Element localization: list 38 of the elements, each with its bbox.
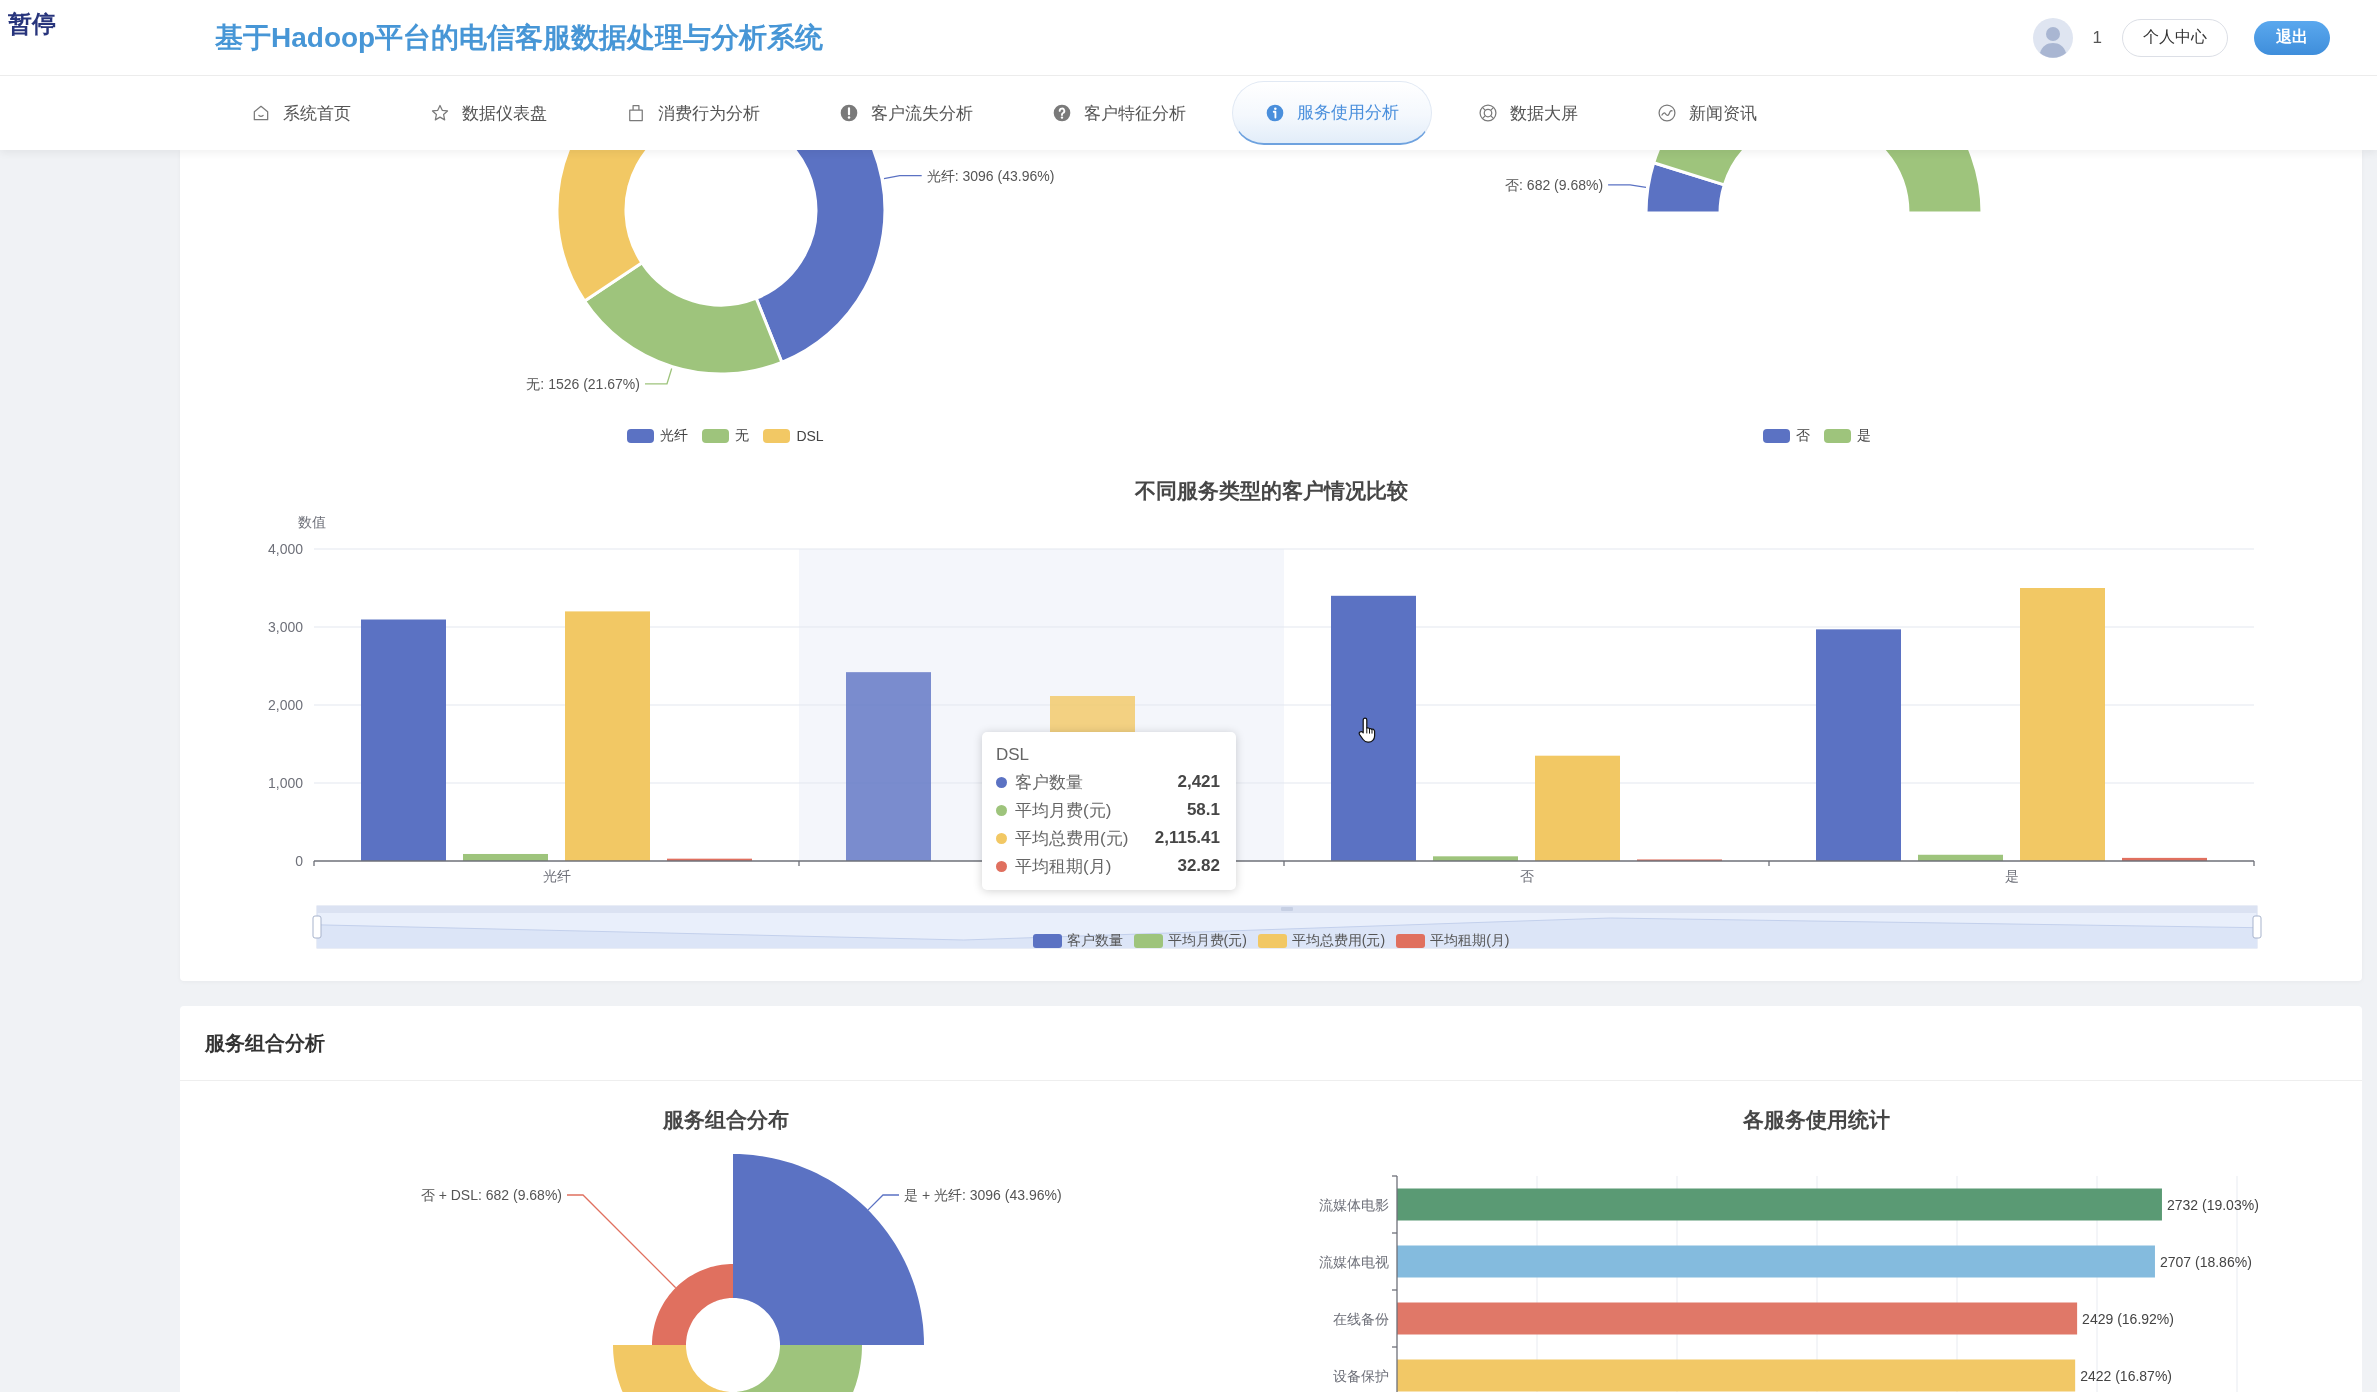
chart-title: 不同服务类型的客户情况比较 <box>1133 478 1409 504</box>
tooltip-label: 平均月费(元) <box>1015 799 1112 822</box>
axis-tick-label: 4,000 <box>267 541 303 557</box>
tooltip-label: 平均总费用(元) <box>1015 827 1129 850</box>
user-name: 1 <box>2092 27 2102 48</box>
tooltip-value: 58.1 <box>1185 800 1220 820</box>
value-label: 2422 (16.87%) <box>2079 1367 2172 1384</box>
pause-label: 暂停 <box>8 9 56 39</box>
category-label: 光纤 <box>542 868 571 884</box>
category-label: 流媒体电影 <box>1318 1196 1389 1213</box>
axis-tick-label: 3,000 <box>267 619 303 635</box>
slice-label: 无: 1526 (21.67%) <box>525 375 640 392</box>
axis-tick-label: 2,000 <box>267 697 303 713</box>
category-label: 流媒体电视 <box>1318 1253 1389 1270</box>
category-label: 是 <box>2004 868 2019 884</box>
tooltip-title: DSL <box>996 744 1031 766</box>
slice-label: 是 + 光纤: 3096 (43.96%) <box>903 1187 1062 1203</box>
axis-tick-label: 1,000 <box>267 775 303 791</box>
chart-title: 各服务使用统计 <box>1743 1107 1890 1133</box>
category-label: 设备保护 <box>1332 1367 1389 1384</box>
tooltip-label: 平均租期(月) <box>1015 855 1112 878</box>
slice-label: 否: 682 (9.68%) <box>1504 176 1603 193</box>
value-label: 2429 (16.92%) <box>2081 1310 2174 1327</box>
app-title: 基于Hadoop平台的电信客服数据处理与分析系统 <box>215 20 824 55</box>
slice-label: 光纤: 3096 (43.96%) <box>926 167 1054 184</box>
category-label: 在线备份 <box>1332 1310 1389 1327</box>
tooltip-value: 2,115.41 <box>1153 828 1220 848</box>
value-label: 2732 (19.03%) <box>2166 1196 2259 1213</box>
value-label: 2707 (18.86%) <box>2159 1253 2252 1270</box>
section-title: 服务组合分析 <box>205 1030 325 1056</box>
category-label: 否 <box>1519 868 1534 884</box>
tooltip-value: 32.82 <box>1176 856 1220 876</box>
axis-title: 数值 <box>298 514 326 530</box>
axis-tick-label: 0 <box>295 853 303 869</box>
tooltip-value: 2,421 <box>1176 772 1220 792</box>
slice-label: 否 + DSL: 682 (9.68%) <box>420 1187 562 1203</box>
chart-title: 服务组合分布 <box>662 1107 789 1133</box>
tooltip-label: 客户数量 <box>1015 771 1083 794</box>
